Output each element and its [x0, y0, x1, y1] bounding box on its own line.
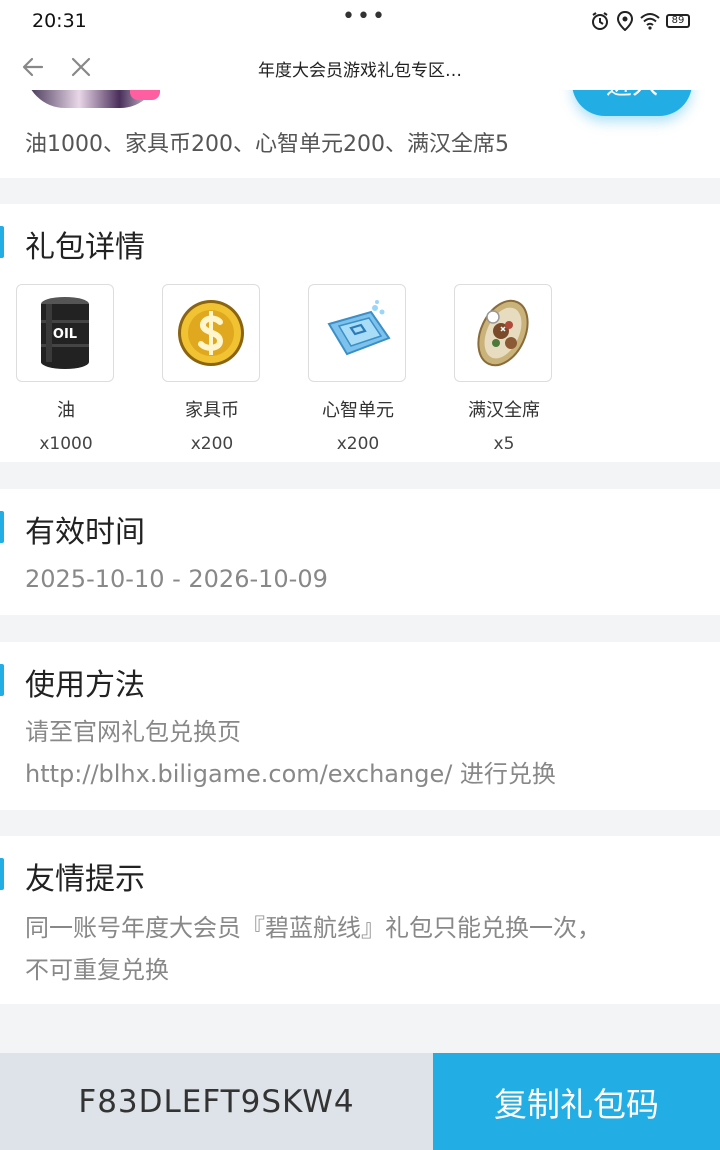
gift-item-name: 家具币	[185, 400, 239, 421]
feast-platter-icon	[454, 284, 552, 382]
validity-range: 2025-10-10 - 2026-10-09	[25, 565, 328, 593]
gift-item-mind-unit: 心智单元 x200	[308, 284, 408, 454]
oil-barrel-icon: OIL	[16, 284, 114, 382]
gift-code-field: F83DLEFT9SKW4	[0, 1053, 433, 1150]
gift-item-count: x200	[336, 434, 380, 454]
svg-text:OIL: OIL	[53, 327, 77, 342]
usage-title: 使用方法	[25, 668, 145, 703]
validity-title: 有效时间	[25, 515, 145, 550]
location-icon	[616, 11, 634, 31]
section-accent-bar	[0, 858, 4, 890]
usage-card: 使用方法 请至官网礼包兑换页 http://blhx.biligame.com/…	[0, 642, 720, 810]
mind-unit-chip-icon	[308, 284, 406, 382]
section-accent-bar	[0, 226, 4, 258]
status-bar: 20:31 ••• 89	[0, 0, 720, 44]
gift-item-name: 心智单元	[322, 400, 394, 421]
page-title: 年度大会员游戏礼包专区…	[258, 61, 462, 81]
alarm-icon	[592, 12, 608, 30]
gift-item-count: x1000	[39, 434, 93, 454]
tips-line-2: 不可重复兑换	[25, 956, 169, 984]
status-icons: 89	[590, 11, 690, 31]
usage-line-2: http://blhx.biligame.com/exchange/ 进行兑换	[25, 760, 556, 788]
gift-item-count: x200	[190, 434, 234, 454]
wifi-icon	[640, 13, 660, 30]
tips-title: 友情提示	[25, 862, 145, 897]
gift-item-oil: OIL 油 x1000	[16, 284, 116, 454]
gift-details-title: 礼包详情	[25, 230, 145, 265]
status-more-dots: •••	[342, 4, 387, 29]
enter-button-label: 进入	[572, 90, 692, 102]
section-accent-bar	[0, 511, 4, 543]
copy-code-button[interactable]: 复制礼包码	[433, 1053, 720, 1150]
gift-item-count: x5	[493, 434, 515, 454]
gift-item-name: 满汉全席	[468, 400, 540, 421]
tips-line-1: 同一账号年度大会员『碧蓝航线』礼包只能兑换一次，	[25, 914, 601, 942]
battery-icon: 89	[666, 14, 690, 28]
tips-card: 友情提示 同一账号年度大会员『碧蓝航线』礼包只能兑换一次， 不可重复兑换	[0, 836, 720, 1004]
gift-summary-card: 进入 油1000、家具币200、心智单元200、满汉全席5	[0, 90, 720, 178]
gift-item-feast: 满汉全席 x5	[454, 284, 554, 454]
gift-item-name: 油	[57, 400, 75, 421]
enter-button[interactable]: 进入	[572, 90, 692, 116]
validity-card: 有效时间 2025-10-10 - 2026-10-09	[0, 489, 720, 615]
status-time: 20:31	[32, 10, 87, 32]
section-accent-bar	[0, 664, 4, 696]
furniture-coin-icon	[162, 284, 260, 382]
usage-line-1: 请至官网礼包兑换页	[25, 718, 241, 746]
game-logo-badge	[130, 90, 160, 100]
nav-bar: 年度大会员游戏礼包专区…	[0, 44, 720, 90]
gift-summary-text: 油1000、家具币200、心智单元200、满汉全席5	[25, 132, 509, 157]
gift-item-furniture-coin: 家具币 x200	[162, 284, 262, 454]
gift-details-card: 礼包详情 OIL 油 x1000 家具币 x200 心智单元 x200 满汉全席…	[0, 204, 720, 462]
